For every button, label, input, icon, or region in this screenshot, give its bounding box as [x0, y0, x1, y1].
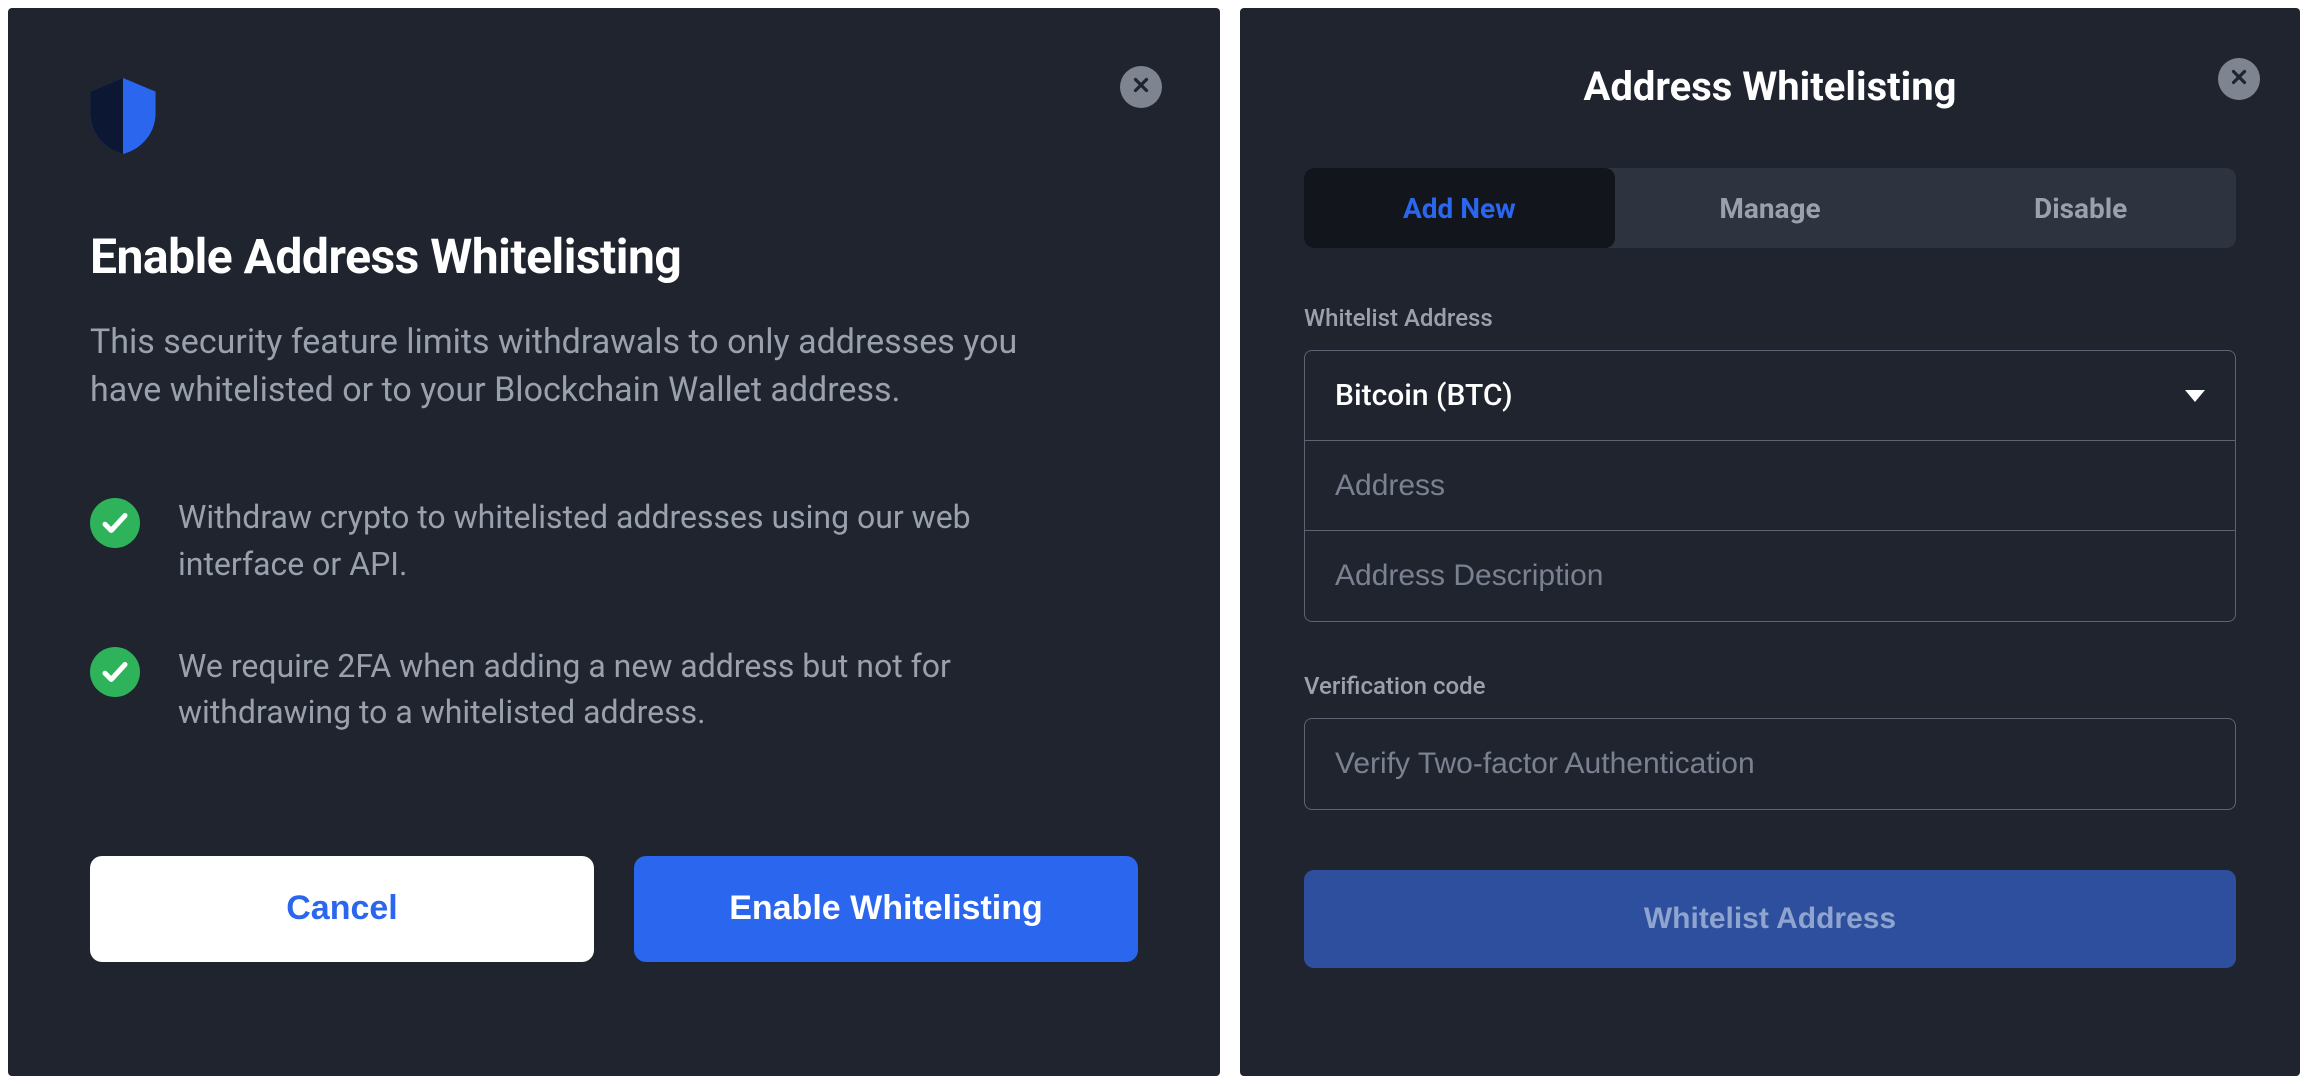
dialog-description: This security feature limits withdrawals… — [90, 319, 1090, 414]
tab-manage[interactable]: Manage — [1615, 168, 1926, 248]
verification-code-label: Verification code — [1304, 672, 2236, 700]
whitelist-address-label: Whitelist Address — [1304, 304, 2236, 332]
close-icon — [1130, 74, 1152, 100]
address-whitelisting-panel: Address Whitelisting Add New Manage Disa… — [1240, 8, 2300, 1076]
close-button[interactable] — [1120, 66, 1162, 108]
enable-whitelisting-dialog: Enable Address Whitelisting This securit… — [8, 8, 1220, 1076]
whitelist-tabs: Add New Manage Disable — [1304, 168, 2236, 248]
currency-select[interactable]: Bitcoin (BTC) — [1305, 351, 2235, 441]
check-icon — [90, 647, 140, 697]
feature-bullet-text: We require 2FA when adding a new address… — [178, 643, 1058, 736]
panel-title: Address Whitelisting — [1288, 63, 2252, 110]
close-icon — [2228, 66, 2250, 92]
address-description-input[interactable] — [1305, 531, 2235, 621]
currency-selected-value: Bitcoin (BTC) — [1335, 378, 1513, 413]
whitelist-address-group: Bitcoin (BTC) — [1304, 350, 2236, 622]
feature-bullet: We require 2FA when adding a new address… — [90, 643, 1138, 736]
enable-whitelisting-button[interactable]: Enable Whitelisting — [634, 856, 1138, 962]
whitelist-address-submit-button[interactable]: Whitelist Address — [1304, 870, 2236, 968]
feature-bullet-text: Withdraw crypto to whitelisted addresses… — [178, 494, 1058, 587]
dialog-title: Enable Address Whitelisting — [90, 228, 1138, 285]
address-input[interactable] — [1305, 441, 2235, 531]
chevron-down-icon — [2185, 390, 2205, 402]
feature-bullet: Withdraw crypto to whitelisted addresses… — [90, 494, 1138, 587]
tab-add-new[interactable]: Add New — [1304, 168, 1615, 248]
shield-icon — [90, 78, 1138, 158]
tab-disable[interactable]: Disable — [1925, 168, 2236, 248]
check-icon — [90, 498, 140, 548]
verification-code-input[interactable] — [1305, 719, 2235, 809]
verification-input-wrap — [1304, 718, 2236, 810]
close-button[interactable] — [2218, 58, 2260, 100]
cancel-button[interactable]: Cancel — [90, 856, 594, 962]
